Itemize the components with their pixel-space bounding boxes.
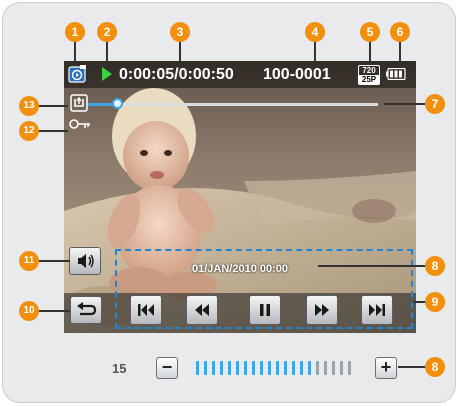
status-bar: 0:00:05/0:00:50 100-0001 720 25P (64, 61, 416, 88)
volume-icon (78, 254, 94, 268)
video-format-icon: 720 25P (358, 65, 380, 85)
callout-4: 4 (305, 22, 325, 42)
callout-8: 8 (425, 256, 445, 276)
callout-line-13 (38, 105, 68, 107)
callout-7: 7 (425, 94, 445, 114)
volume-segment (228, 361, 231, 375)
callout-line-10 (38, 310, 70, 312)
volume-segment (292, 361, 295, 375)
seek-bar[interactable] (88, 98, 378, 109)
callout-line-11 (38, 260, 70, 262)
skip-previous-icon (138, 304, 154, 316)
volume-segment (252, 361, 255, 375)
callout-line-3 (179, 40, 181, 62)
volume-button[interactable] (69, 247, 101, 275)
time-display: 0:00:05/0:00:50 (119, 66, 234, 83)
callout-13: 13 (19, 96, 39, 116)
file-number: 100-0001 (263, 66, 331, 83)
volume-segment (340, 361, 343, 375)
volume-segment (220, 361, 223, 375)
volume-segment (236, 361, 239, 375)
callout-line-12 (38, 130, 68, 132)
callout-3: 3 (170, 22, 190, 42)
callout-8-volume: 8 (425, 357, 445, 377)
rewind-icon (195, 304, 209, 316)
volume-segment (268, 361, 271, 375)
play-state-icon (102, 67, 112, 81)
callout-line-7 (384, 103, 428, 105)
playback-mode-icon (68, 65, 86, 83)
callout-line-2 (106, 40, 108, 62)
skip-next-icon (369, 304, 385, 316)
fast-forward-button[interactable] (306, 295, 338, 325)
volume-segment (332, 361, 335, 375)
volume-segment (196, 361, 199, 375)
back-button[interactable] (70, 296, 102, 324)
volume-segment (324, 361, 327, 375)
pause-button[interactable] (249, 295, 281, 325)
pause-icon (260, 304, 270, 316)
skip-next-button[interactable] (361, 295, 393, 325)
fast-forward-icon (315, 304, 329, 316)
volume-segment (260, 361, 263, 375)
callout-line-4 (314, 40, 316, 62)
callout-6: 6 (390, 22, 410, 42)
format-top: 720 (362, 66, 376, 75)
callout-1: 1 (65, 22, 85, 42)
protect-key-icon (69, 119, 90, 129)
callout-10: 10 (19, 301, 39, 321)
seek-handle[interactable] (112, 98, 123, 109)
volume-segment (244, 361, 247, 375)
callout-12: 12 (19, 121, 39, 141)
callout-2: 2 (97, 22, 117, 42)
callout-line-5 (369, 40, 371, 62)
format-bottom: 25P (359, 75, 379, 84)
volume-segment (348, 361, 351, 375)
skip-previous-button[interactable] (130, 295, 162, 325)
volume-down-button[interactable]: − (156, 357, 178, 379)
callout-line-8 (318, 265, 428, 267)
callout-line-8b (398, 366, 428, 368)
callout-line-6 (399, 40, 401, 62)
callout-9: 9 (425, 292, 445, 312)
volume-segment (300, 361, 303, 375)
volume-segment (308, 361, 311, 375)
battery-icon (386, 68, 406, 80)
volume-segment (284, 361, 287, 375)
callout-11: 11 (19, 251, 39, 271)
volume-level: 15 (112, 361, 127, 376)
callout-5: 5 (360, 22, 380, 42)
volume-segment (212, 361, 215, 375)
volume-up-button[interactable]: + (375, 357, 397, 379)
volume-segment (316, 361, 319, 375)
volume-segment (276, 361, 279, 375)
share-icon (70, 94, 88, 112)
rewind-button[interactable] (186, 295, 218, 325)
back-icon (77, 302, 97, 316)
volume-segment (204, 361, 207, 375)
callout-line-1 (74, 40, 76, 62)
